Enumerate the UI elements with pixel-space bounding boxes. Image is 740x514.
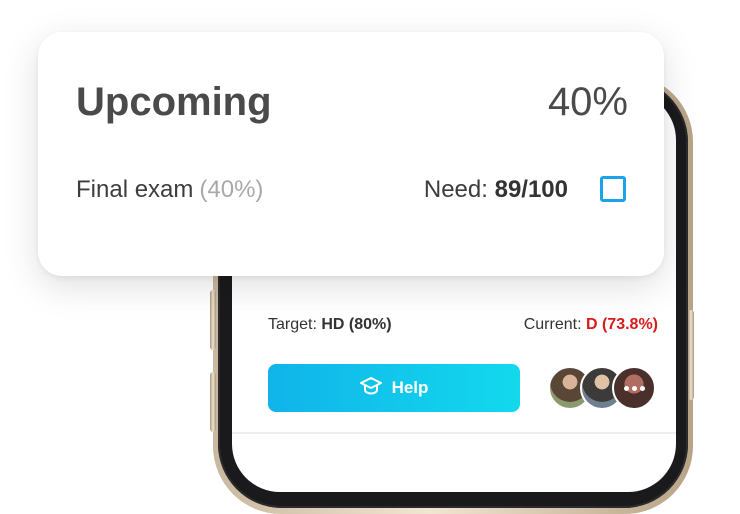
avatar-group[interactable]	[548, 366, 656, 410]
target-label: Target:	[268, 316, 317, 333]
phone-power-button	[688, 310, 694, 400]
current-label: Current:	[523, 316, 582, 333]
card-percent: 40%	[547, 80, 628, 124]
assessment-weight: (40%)	[199, 176, 264, 203]
upcoming-card: Upcoming 40% Final exam (40%) Need: 89/10…	[38, 32, 664, 276]
more-avatars-icon[interactable]	[612, 366, 656, 410]
assessment-name: Final exam	[76, 176, 194, 203]
help-button[interactable]: Help	[268, 364, 520, 412]
phone-side-button	[210, 290, 216, 350]
card-title: Upcoming	[76, 80, 272, 124]
complete-checkbox[interactable]	[600, 176, 626, 202]
target-grade: Target: HD (80%)	[268, 316, 392, 334]
graduation-cap-icon	[359, 376, 382, 401]
need-value: 89/100	[494, 176, 568, 203]
current-value: D (73.8%)	[585, 316, 658, 333]
help-button-label: Help	[391, 378, 429, 397]
grade-summary-row: Target: HD (80%) Current: D (73.8%)	[268, 316, 658, 334]
need-score: Need: 89/100	[424, 176, 568, 204]
assessment: Final exam (40%)	[76, 176, 263, 204]
target-value: HD (80%)	[321, 316, 392, 333]
divider	[232, 432, 676, 434]
need-label: Need:	[423, 176, 488, 203]
phone-side-button	[210, 372, 216, 432]
current-grade: Current: D (73.8%)	[524, 316, 658, 334]
